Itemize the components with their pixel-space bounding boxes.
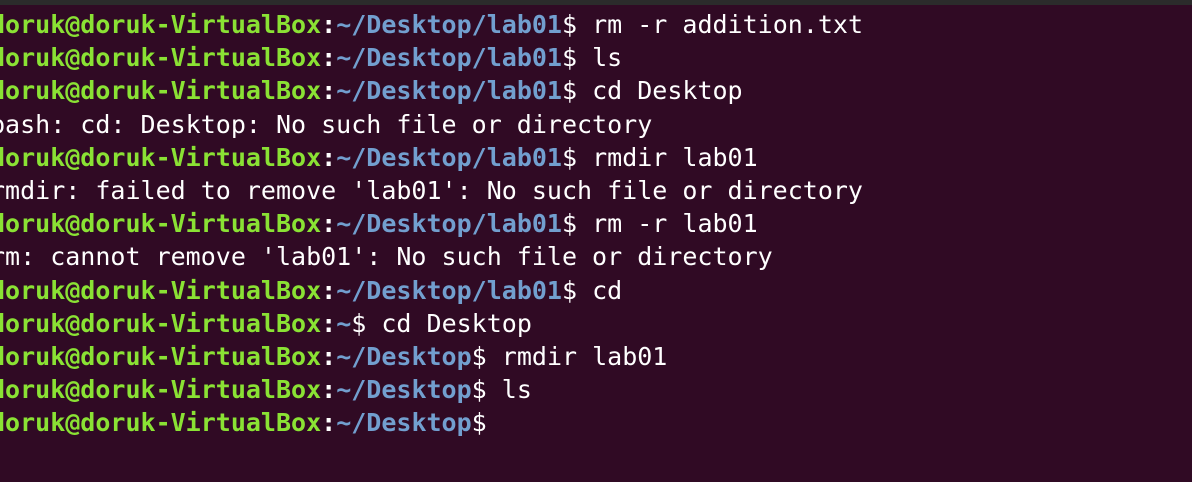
prompt-path: ~/Desktop/lab01: [336, 275, 562, 305]
prompt-user-host: doruk@doruk-VirtualBox: [0, 142, 322, 172]
prompt-user-host: doruk@doruk-VirtualBox: [0, 76, 322, 106]
prompt-user-host: doruk@doruk-VirtualBox: [0, 375, 322, 405]
output-text: rm: cannot remove 'lab01': No such file …: [0, 242, 773, 272]
prompt-path: ~/Desktop/lab01: [336, 10, 562, 39]
command-text: rmdir lab01: [486, 341, 668, 371]
output-line: rm: cannot remove 'lab01': No such file …: [0, 240, 1192, 273]
command-text: cd: [577, 275, 623, 305]
prompt-user-host: doruk@doruk-VirtualBox: [0, 341, 322, 371]
prompt-user-host: doruk@doruk-VirtualBox: [0, 43, 322, 73]
prompt-dollar: $: [561, 142, 578, 172]
prompt-path: ~/Desktop: [336, 375, 472, 405]
prompt-line: doruk@doruk-VirtualBox:~/Desktop$ rmdir …: [0, 340, 1192, 373]
output-text: bash: cd: Desktop: No such file or direc…: [0, 109, 653, 139]
prompt-dollar: $: [561, 43, 578, 73]
prompt-colon: :: [321, 308, 337, 338]
prompt-user-host: doruk@doruk-VirtualBox: [0, 209, 322, 239]
command-text: cd Desktop: [366, 308, 532, 338]
output-line: bash: cd: Desktop: No such file or direc…: [0, 108, 1192, 141]
prompt-colon: :: [321, 10, 337, 39]
prompt-dollar: $: [471, 375, 487, 405]
command-text: rmdir lab01: [577, 142, 758, 172]
prompt-path: ~/Desktop: [336, 341, 472, 371]
prompt-path: ~/Desktop/lab01: [336, 209, 562, 239]
prompt-user-host: doruk@doruk-VirtualBox: [0, 275, 322, 305]
prompt-colon: :: [321, 408, 337, 438]
command-text: rm -r lab01: [577, 209, 758, 239]
prompt-colon: :: [321, 209, 337, 239]
prompt-dollar: $: [471, 341, 487, 371]
prompt-path: ~/Desktop: [336, 408, 472, 438]
prompt-dollar: $: [561, 10, 578, 39]
command-text: ls: [577, 43, 623, 73]
output-line: rmdir: failed to remove 'lab01': No such…: [0, 174, 1192, 207]
prompt-path: ~/Desktop/lab01: [336, 76, 562, 106]
prompt-colon: :: [321, 375, 337, 405]
output-text: rmdir: failed to remove 'lab01': No such…: [0, 175, 863, 205]
prompt-path: ~/Desktop/lab01: [336, 43, 562, 73]
prompt-line: doruk@doruk-VirtualBox:~/Desktop/lab01$ …: [0, 274, 1192, 307]
prompt-colon: :: [321, 43, 337, 73]
prompt-user-host: doruk@doruk-VirtualBox: [0, 10, 322, 39]
prompt-line: doruk@doruk-VirtualBox:~/Desktop$ ls: [0, 373, 1192, 406]
prompt-user-host: doruk@doruk-VirtualBox: [0, 308, 322, 338]
prompt-line: doruk@doruk-VirtualBox:~/Desktop/lab01$ …: [0, 141, 1192, 174]
command-text: rm -r addition.txt: [577, 10, 864, 39]
prompt-line: doruk@doruk-VirtualBox:~/Desktop/lab01$ …: [0, 207, 1192, 240]
prompt-line: doruk@doruk-VirtualBox:~$ cd Desktop: [0, 307, 1192, 340]
prompt-colon: :: [321, 142, 337, 172]
prompt-colon: :: [321, 275, 337, 305]
prompt-path: ~: [336, 308, 352, 338]
terminal-output[interactable]: doruk@doruk-VirtualBox:~/Desktop/lab01$ …: [0, 8, 1192, 482]
prompt-path: ~/Desktop/lab01: [336, 142, 562, 172]
prompt-line: doruk@doruk-VirtualBox:~/Desktop/lab01$ …: [0, 8, 1192, 41]
window-top-edge: [0, 0, 1192, 5]
prompt-dollar: $: [351, 308, 367, 338]
prompt-dollar: $: [561, 275, 578, 305]
prompt-colon: :: [321, 76, 337, 106]
prompt-user-host: doruk@doruk-VirtualBox: [0, 408, 322, 438]
prompt-line: doruk@doruk-VirtualBox:~/Desktop/lab01$ …: [0, 74, 1192, 107]
prompt-dollar: $: [561, 209, 578, 239]
prompt-dollar: $: [561, 76, 578, 106]
command-text: cd Desktop: [577, 76, 743, 106]
prompt-line: doruk@doruk-VirtualBox:~/Desktop$: [0, 406, 1192, 439]
command-text: ls: [486, 375, 532, 405]
prompt-line: doruk@doruk-VirtualBox:~/Desktop/lab01$ …: [0, 41, 1192, 74]
prompt-colon: :: [321, 341, 337, 371]
prompt-dollar: $: [471, 408, 487, 438]
